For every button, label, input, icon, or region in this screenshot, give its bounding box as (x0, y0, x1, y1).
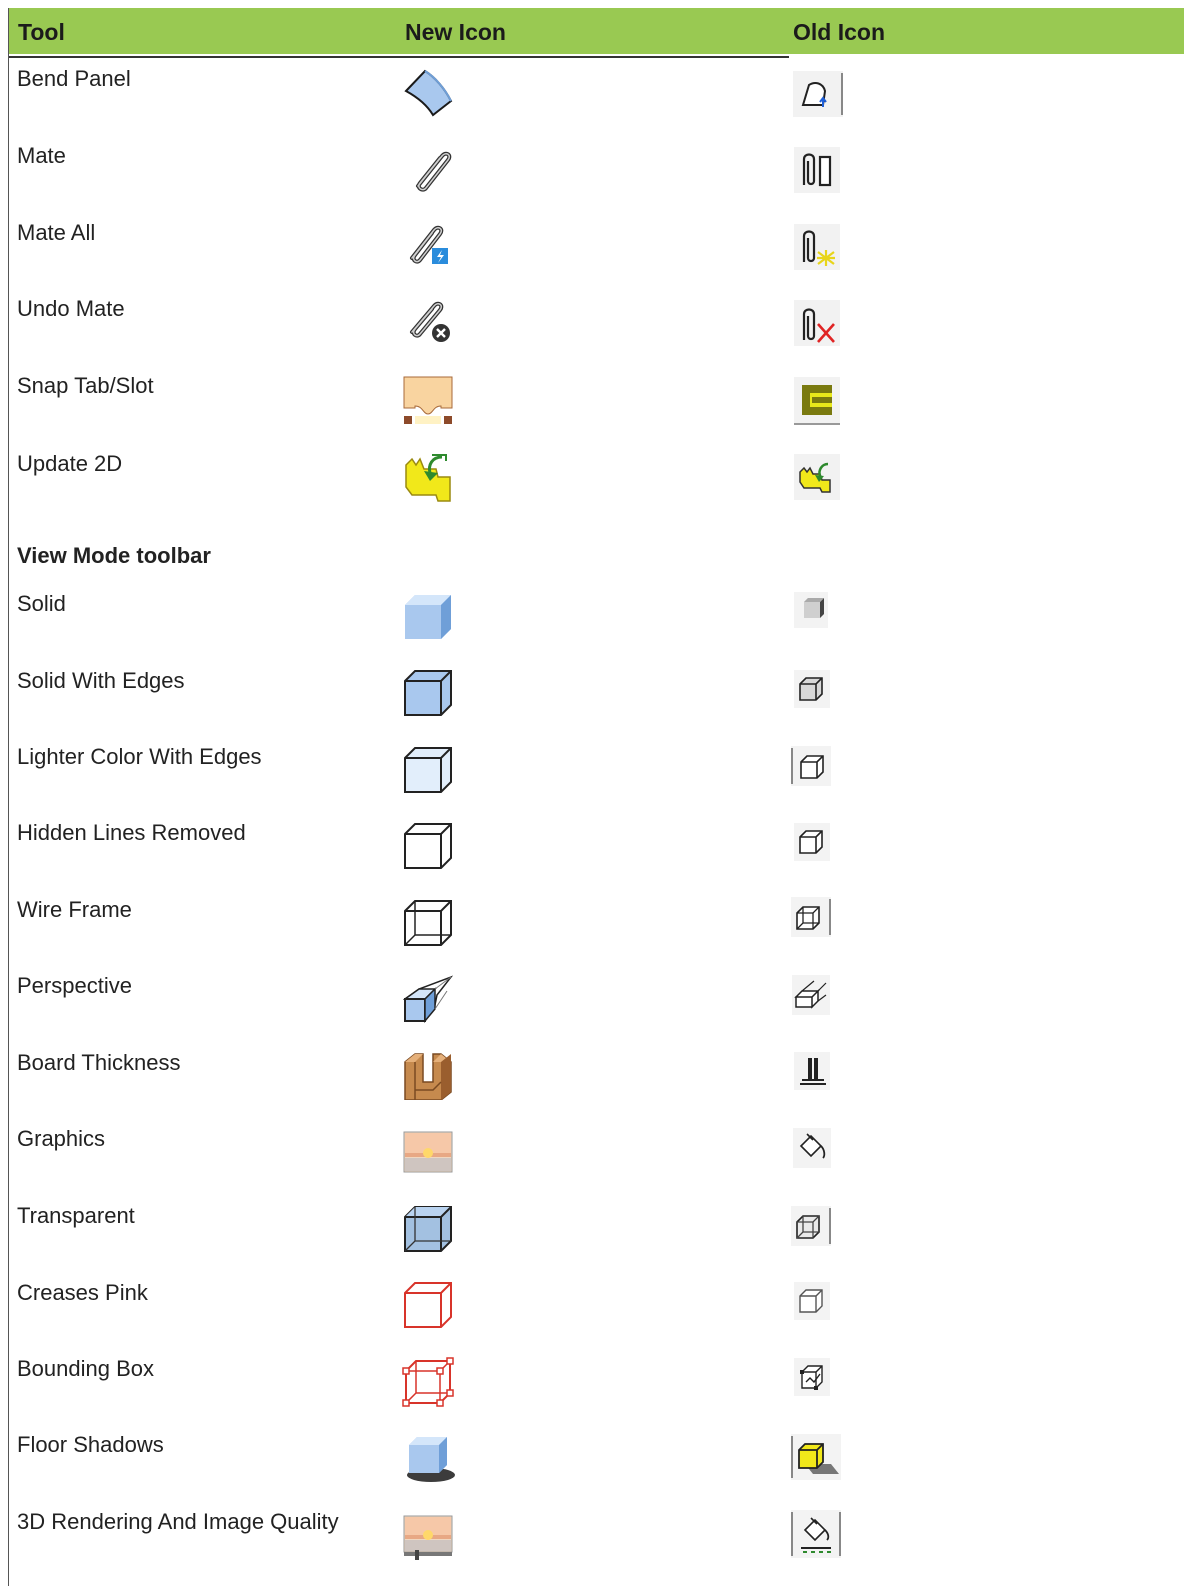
tool-lighter-color-with-edges: Lighter Color With Edges (17, 744, 262, 769)
creases-pink-old-icon (794, 1282, 830, 1320)
paint-bucket-old-icon (793, 1128, 831, 1168)
tool-graphics: Graphics (17, 1126, 106, 1151)
mate-all-old-icon (794, 224, 840, 270)
section-view-mode-toolbar: View Mode toolbar (17, 543, 211, 568)
tool-perspective: Perspective (17, 973, 132, 998)
tool-board-thickness: Board Thickness (17, 1050, 181, 1075)
tool-creases-pink: Creases Pink (17, 1280, 148, 1305)
header-tool: Tool (18, 19, 65, 45)
transparent-cube-icon (404, 1206, 452, 1252)
tool-mate-all: Mate All (17, 220, 96, 245)
graphics-icon (403, 1131, 453, 1173)
board-thickness-old-icon (794, 1052, 830, 1090)
bounding-box-old-icon (794, 1358, 830, 1396)
tab-slot-old-icon (794, 377, 840, 425)
tool-transparent: Transparent (17, 1203, 135, 1228)
bounding-box-icon (402, 1357, 454, 1407)
solid-edges-cube-icon (404, 670, 452, 716)
bend-panel-old-icon (793, 71, 843, 117)
tool-undo-mate: Undo Mate (17, 296, 125, 321)
transparent-old-icon (791, 1206, 831, 1246)
tool-solid: Solid (17, 591, 66, 616)
header-underline (9, 56, 789, 58)
floor-shadow-old-icon (791, 1434, 841, 1480)
tool-bend-panel: Bend Panel (17, 66, 131, 91)
light-old-icon (791, 746, 831, 786)
tab-slot-icon (403, 376, 453, 424)
mate-old-icon (794, 147, 840, 193)
tool-bounding-box: Bounding Box (17, 1356, 154, 1381)
wireframe-old-icon (791, 897, 831, 937)
undo-mate-old-icon (794, 300, 840, 346)
tool-floor-shadows: Floor Shadows (17, 1432, 164, 1457)
render-quality-old-icon (791, 1510, 841, 1558)
perspective-cube-icon (403, 975, 453, 1023)
tool-hidden-lines-removed: Hidden Lines Removed (17, 820, 246, 845)
light-cube-icon (404, 747, 452, 793)
hidden-lines-old-icon (794, 823, 830, 861)
table-left-border (8, 8, 9, 1586)
paperclip-remove-icon (410, 301, 450, 342)
header-new-icon: New Icon (405, 19, 506, 45)
tool-snap-tab-slot: Snap Tab/Slot (17, 373, 154, 398)
update-2d-old-icon (794, 454, 840, 500)
tool-wire-frame: Wire Frame (17, 897, 132, 922)
wireframe-cube-icon (404, 900, 452, 946)
perspective-old-icon (792, 975, 830, 1015)
floor-shadow-cube-icon (407, 1437, 455, 1482)
tool-mate: Mate (17, 143, 66, 168)
solid-old-icon (794, 592, 828, 628)
paperclip-icon (416, 151, 452, 192)
hidden-lines-cube-icon (404, 823, 452, 869)
tool-update-2d: Update 2D (17, 451, 123, 476)
solid-cube-icon (405, 595, 451, 639)
header-old-icon: Old Icon (793, 19, 885, 45)
paperclip-lightning-icon (410, 225, 448, 264)
tool-solid-with-edges: Solid With Edges (17, 668, 185, 693)
render-quality-icon (403, 1515, 453, 1560)
board-thickness-icon (404, 1053, 452, 1100)
table-header: Tool New Icon Old Icon (9, 8, 1184, 54)
bend-panel-icon (404, 69, 453, 117)
update-2d-icon (405, 454, 451, 502)
solid-edges-old-icon (794, 670, 830, 708)
tool-3d-rendering-image-quality: 3D Rendering And Image Quality (17, 1509, 339, 1534)
creases-pink-cube-icon (404, 1282, 452, 1328)
